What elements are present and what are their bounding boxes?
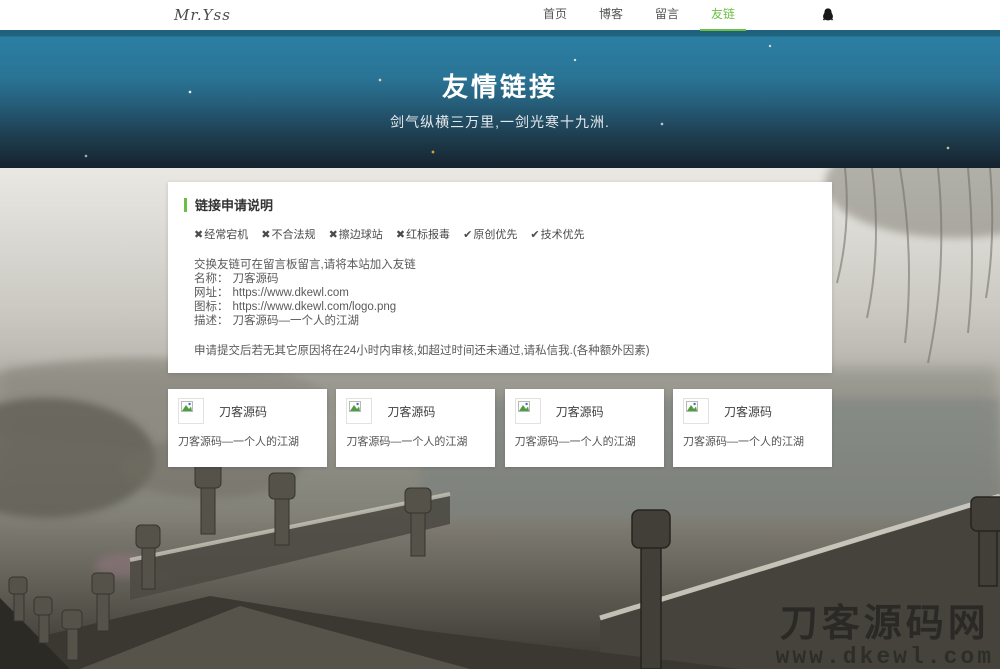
main-content: 链接申请说明 ✖经常宕机 ✖不合法规 ✖擦边球站 ✖红标报毒 ✔原创优先 ✔技术… [168, 168, 832, 467]
field-value: https://www.dkewl.com [233, 287, 349, 299]
cross-icon: ✖ [396, 229, 405, 241]
rule-tag-label: 原创优先 [473, 229, 517, 241]
link-title: 刀客源码 [724, 403, 772, 420]
card-header-row: 刀客源码 [515, 398, 654, 424]
notice-body: 交换友链可在留言板留言,请将本站加入友链 名称： 刀客源码 网址： https://… [194, 258, 816, 328]
nav-item-home[interactable]: 首页 [527, 0, 583, 30]
notice-intro: 交换友链可在留言板留言,请将本站加入友链 [194, 258, 816, 272]
site-header: Mr.Yss 首页 博客 留言 友链 [0, 0, 1000, 30]
rule-tag: ✖不合法规 [261, 229, 315, 241]
link-description: 刀客源码—一个人的江湖 [683, 433, 822, 449]
page-title: 友情链接 [0, 67, 1000, 104]
link-title: 刀客源码 [387, 403, 435, 420]
rule-tag-label: 技术优先 [541, 229, 585, 241]
link-field-name: 名称： 刀客源码 [194, 272, 816, 286]
link-logo-placeholder [178, 398, 204, 424]
link-logo-placeholder [683, 398, 709, 424]
field-label: 图标： [194, 301, 229, 313]
link-description: 刀客源码—一个人的江湖 [178, 433, 317, 449]
rule-tags: ✖经常宕机 ✖不合法规 ✖擦边球站 ✖红标报毒 ✔原创优先 ✔技术优先 [194, 226, 816, 242]
broken-image-icon [518, 401, 530, 412]
link-logo-placeholder [346, 398, 372, 424]
link-field-icon: 图标： https://www.dkewl.com/logo.png [194, 300, 816, 314]
link-title: 刀客源码 [219, 403, 267, 420]
rule-tag: ✖擦边球站 [329, 229, 383, 241]
field-label: 网址： [194, 287, 229, 299]
rule-tag: ✖经常宕机 [194, 229, 248, 241]
link-logo-placeholder [515, 398, 541, 424]
nav-item-friend-links[interactable]: 友链 [695, 0, 751, 30]
friend-link-card[interactable]: 刀客源码 刀客源码—一个人的江湖 [336, 389, 495, 467]
link-notice-card: 链接申请说明 ✖经常宕机 ✖不合法规 ✖擦边球站 ✖红标报毒 ✔原创优先 ✔技术… [168, 182, 832, 373]
nav-item-label: 友链 [711, 7, 735, 21]
title-accent-bar [184, 198, 187, 212]
nav-item-message[interactable]: 留言 [639, 0, 695, 30]
rule-tag-label: 经常宕机 [204, 229, 248, 241]
notice-title-row: 链接申请说明 [184, 195, 816, 214]
rule-tag-label: 不合法规 [272, 229, 316, 241]
link-field-url: 网址： https://www.dkewl.com [194, 286, 816, 300]
rule-tag: ✔原创优先 [463, 229, 517, 241]
link-description: 刀客源码—一个人的江湖 [346, 433, 485, 449]
friend-link-card[interactable]: 刀客源码 刀客源码—一个人的江湖 [505, 389, 664, 467]
check-icon: ✔ [530, 229, 539, 241]
friend-link-card[interactable]: 刀客源码 刀客源码—一个人的江湖 [168, 389, 327, 467]
broken-image-icon [181, 401, 193, 412]
broken-image-icon [686, 401, 698, 412]
page-subtitle: 剑气纵横三万里,一剑光寒十九洲. [0, 112, 1000, 132]
link-field-desc: 描述： 刀客源码—一个人的江湖 [194, 314, 816, 328]
site-logo[interactable]: Mr.Yss [174, 0, 231, 30]
rule-tag-label: 擦边球站 [339, 229, 383, 241]
nav-item-blog[interactable]: 博客 [583, 0, 639, 30]
cross-icon: ✖ [194, 229, 203, 241]
card-header-row: 刀客源码 [346, 398, 485, 424]
field-value: https://www.dkewl.com/logo.png [233, 301, 397, 313]
field-label: 名称： [194, 273, 229, 285]
page: Mr.Yss 首页 博客 留言 友链 友情链接 剑气纵横三万里,一剑光寒十九洲. [0, 0, 1000, 669]
field-value: 刀客源码—一个人的江湖 [233, 315, 360, 327]
rule-tag: ✔技术优先 [530, 229, 584, 241]
main-nav: 首页 博客 留言 友链 [527, 0, 751, 30]
active-nav-underline [700, 29, 746, 31]
friend-links-grid: 刀客源码 刀客源码—一个人的江湖 刀客源码 刀客源码—一个人的江湖 [168, 389, 832, 467]
field-label: 描述： [194, 315, 229, 327]
friend-link-card[interactable]: 刀客源码 刀客源码—一个人的江湖 [673, 389, 832, 467]
broken-image-icon [349, 401, 361, 412]
qq-icon[interactable] [820, 7, 836, 23]
link-description: 刀客源码—一个人的江湖 [515, 433, 654, 449]
link-title: 刀客源码 [556, 403, 604, 420]
notice-footnote: 申请提交后若无其它原因将在24小时内审核,如超过时间还未通过,请私信我.(各种额… [194, 344, 816, 358]
field-value: 刀客源码 [233, 273, 279, 285]
hero-banner: 友情链接 剑气纵横三万里,一剑光寒十九洲. [0, 30, 1000, 168]
cross-icon: ✖ [329, 229, 338, 241]
notice-title: 链接申请说明 [195, 195, 273, 214]
check-icon: ✔ [463, 229, 472, 241]
rule-tag: ✖红标报毒 [396, 229, 450, 241]
rule-tag-label: 红标报毒 [406, 229, 450, 241]
card-header-row: 刀客源码 [178, 398, 317, 424]
cross-icon: ✖ [261, 229, 270, 241]
card-header-row: 刀客源码 [683, 398, 822, 424]
